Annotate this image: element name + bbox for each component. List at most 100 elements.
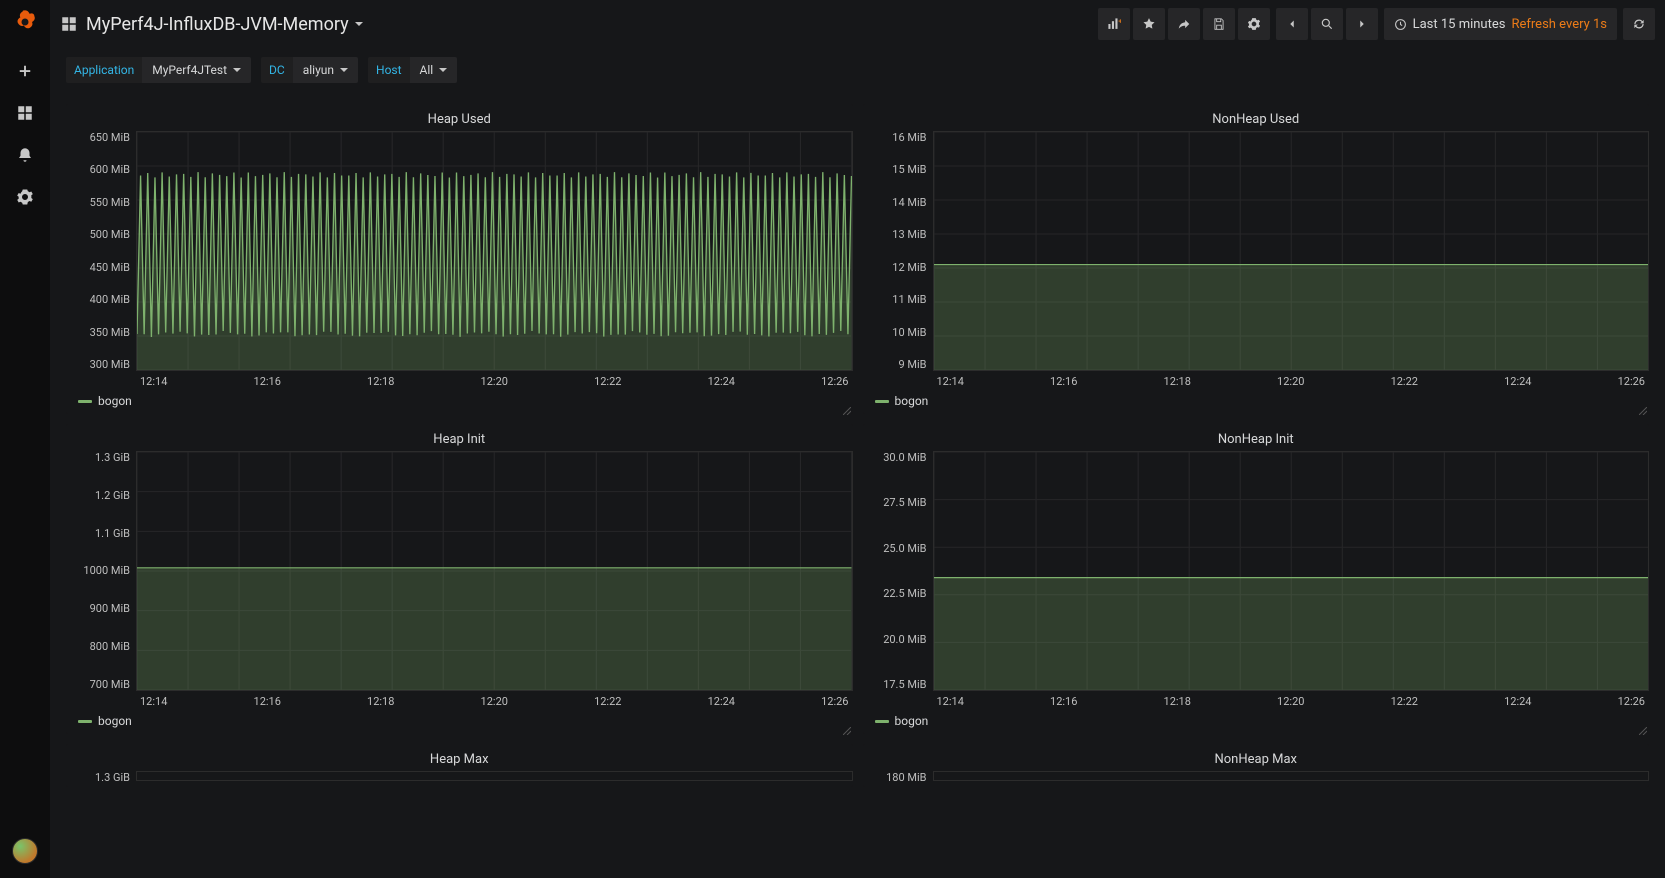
refresh-button[interactable]	[1623, 8, 1655, 40]
x-tick: 12:26	[1618, 695, 1645, 708]
var-application[interactable]: Application MyPerf4JTest	[66, 57, 251, 83]
zoom-out-button[interactable]	[1311, 8, 1343, 40]
x-tick: 12:20	[1277, 375, 1304, 388]
var-host[interactable]: Host All	[368, 57, 457, 83]
panel-nonheap-max[interactable]: NonHeap Max 180 MiB	[863, 744, 1650, 787]
legend[interactable]: bogon	[74, 388, 853, 408]
x-tick: 12:26	[821, 695, 848, 708]
legend[interactable]: bogon	[871, 708, 1650, 728]
save-button[interactable]	[1203, 8, 1235, 40]
share-button[interactable]	[1168, 8, 1200, 40]
var-label: Host	[368, 57, 410, 83]
x-tick: 12:18	[367, 375, 394, 388]
y-tick: 450 MiB	[90, 261, 130, 274]
panel-heap-used[interactable]: Heap Used 650 MiB600 MiB550 MiB500 MiB45…	[66, 104, 853, 414]
y-tick: 22.5 MiB	[883, 587, 926, 600]
var-value[interactable]: MyPerf4JTest	[142, 57, 251, 83]
dashboard-icon[interactable]	[60, 15, 78, 33]
user-avatar[interactable]	[12, 838, 38, 864]
x-tick: 12:26	[1618, 375, 1645, 388]
x-tick: 12:14	[937, 695, 964, 708]
chart-canvas[interactable]	[136, 771, 853, 781]
y-tick: 400 MiB	[90, 293, 130, 306]
panel-title[interactable]: NonHeap Max	[863, 752, 1650, 767]
panel-heap-init[interactable]: Heap Init 1.3 GiB1.2 GiB1.1 GiB1000 MiB9…	[66, 424, 853, 734]
panel-title[interactable]: NonHeap Init	[863, 432, 1650, 447]
y-tick: 500 MiB	[90, 228, 130, 241]
legend-label: bogon	[98, 714, 132, 728]
chart-canvas[interactable]	[933, 771, 1650, 781]
chevron-down-icon	[355, 22, 363, 26]
nav-add-icon[interactable]	[8, 54, 42, 88]
legend-label: bogon	[895, 394, 929, 408]
x-tick: 12:20	[481, 695, 508, 708]
panel-heap-max[interactable]: Heap Max 1.3 GiB	[66, 744, 853, 787]
time-range-picker[interactable]: Last 15 minutes Refresh every 1s	[1384, 8, 1617, 40]
legend[interactable]: bogon	[871, 388, 1650, 408]
y-tick: 1.1 GiB	[95, 527, 130, 540]
x-tick: 12:16	[254, 375, 281, 388]
y-tick: 600 MiB	[90, 163, 130, 176]
resize-handle-icon[interactable]	[843, 404, 851, 412]
y-tick: 300 MiB	[90, 358, 130, 371]
x-tick: 12:22	[1391, 695, 1418, 708]
chart-canvas[interactable]	[933, 451, 1650, 691]
nav-settings-icon[interactable]	[8, 180, 42, 214]
x-axis: 12:1412:1612:1812:2012:2212:2412:26	[933, 691, 1650, 708]
y-axis: 1.3 GiB1.2 GiB1.1 GiB1000 MiB900 MiB800 …	[66, 451, 136, 691]
add-panel-button[interactable]: +	[1098, 8, 1130, 40]
star-button[interactable]	[1133, 8, 1165, 40]
time-back-button[interactable]	[1276, 8, 1308, 40]
x-tick: 12:16	[1050, 375, 1077, 388]
panel-title[interactable]: Heap Init	[66, 432, 853, 447]
panel-title[interactable]: NonHeap Used	[863, 112, 1650, 127]
chart-canvas[interactable]	[136, 131, 853, 371]
grafana-logo[interactable]	[11, 8, 39, 36]
x-tick: 12:14	[140, 695, 167, 708]
y-tick: 10 MiB	[892, 326, 926, 339]
dashboard-content: Heap Used 650 MiB600 MiB550 MiB500 MiB45…	[50, 92, 1665, 878]
y-axis: 650 MiB600 MiB550 MiB500 MiB450 MiB400 M…	[66, 131, 136, 371]
legend[interactable]: bogon	[74, 708, 853, 728]
x-tick: 12:22	[594, 375, 621, 388]
var-dc[interactable]: DC aliyun	[261, 57, 358, 83]
x-tick: 12:18	[1164, 375, 1191, 388]
y-tick: 1.3 GiB	[95, 451, 130, 464]
x-tick: 12:22	[594, 695, 621, 708]
var-value[interactable]: aliyun	[293, 57, 358, 83]
time-range-label: Last 15 minutes	[1413, 17, 1506, 32]
y-tick: 11 MiB	[892, 293, 926, 306]
x-tick: 12:24	[708, 375, 735, 388]
x-tick: 12:24	[1504, 695, 1531, 708]
settings-button[interactable]	[1238, 8, 1270, 40]
y-tick: 350 MiB	[90, 326, 130, 339]
y-tick: 180 MiB	[886, 771, 926, 784]
y-tick: 20.0 MiB	[883, 633, 926, 646]
topbar: MyPerf4J-InfluxDB-JVM-Memory + Last 15 m…	[50, 0, 1665, 48]
legend-swatch	[875, 400, 889, 403]
y-tick: 900 MiB	[90, 602, 130, 615]
sidebar	[0, 0, 50, 878]
panel-title[interactable]: Heap Max	[66, 752, 853, 767]
clock-icon	[1394, 18, 1407, 31]
y-tick: 14 MiB	[892, 196, 926, 209]
panel-nonheap-used[interactable]: NonHeap Used 16 MiB15 MiB14 MiB13 MiB12 …	[863, 104, 1650, 414]
y-axis: 1.3 GiB	[66, 771, 136, 781]
x-tick: 12:14	[140, 375, 167, 388]
nav-alerts-icon[interactable]	[8, 138, 42, 172]
y-tick: 1000 MiB	[83, 564, 130, 577]
chart-canvas[interactable]	[136, 451, 853, 691]
nav-dashboards-icon[interactable]	[8, 96, 42, 130]
resize-handle-icon[interactable]	[1639, 724, 1647, 732]
panel-nonheap-init[interactable]: NonHeap Init 30.0 MiB27.5 MiB25.0 MiB22.…	[863, 424, 1650, 734]
panel-title[interactable]: Heap Used	[66, 112, 853, 127]
y-tick: 9 MiB	[898, 358, 926, 371]
chevron-down-icon	[233, 68, 241, 72]
dashboard-title-picker[interactable]: MyPerf4J-InfluxDB-JVM-Memory	[86, 14, 363, 35]
resize-handle-icon[interactable]	[1639, 404, 1647, 412]
var-value[interactable]: All	[410, 57, 458, 83]
chart-canvas[interactable]	[933, 131, 1650, 371]
time-forward-button[interactable]	[1346, 8, 1378, 40]
legend-swatch	[78, 400, 92, 403]
resize-handle-icon[interactable]	[843, 724, 851, 732]
